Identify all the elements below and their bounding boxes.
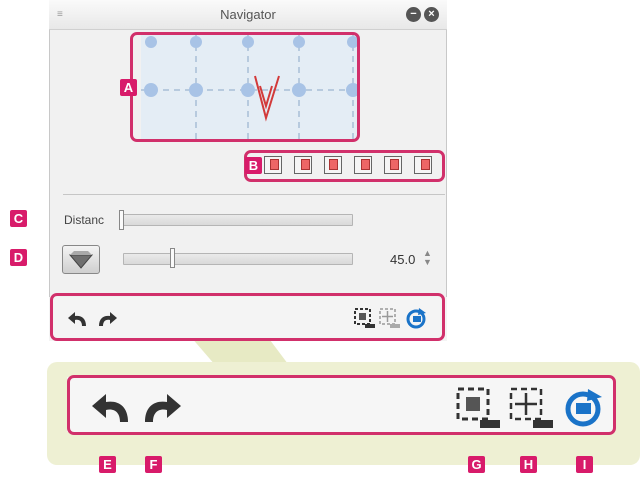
perspective-button[interactable] — [62, 245, 100, 274]
close-icon[interactable]: × — [424, 7, 439, 22]
callout-e: E — [99, 456, 116, 473]
distance-slider[interactable] — [121, 214, 353, 226]
frame-camera-presets — [244, 150, 445, 182]
perspective-slider-thumb[interactable] — [170, 248, 175, 268]
callout-b: B — [245, 157, 262, 174]
callout-h: H — [520, 456, 537, 473]
separator — [63, 194, 445, 195]
frame-preview — [130, 32, 360, 142]
titlebar: ≡ Navigator − × — [49, 0, 447, 30]
perspective-value: 45.0 — [390, 252, 416, 267]
callout-d: D — [10, 249, 27, 266]
perspective-shape-icon — [68, 251, 94, 269]
callout-a: A — [120, 79, 137, 96]
window-title: Navigator — [220, 7, 276, 22]
callout-g: G — [468, 456, 485, 473]
callout-i: I — [576, 456, 593, 473]
callout-c: C — [10, 210, 27, 227]
frame-zoomed-toolbar — [67, 375, 616, 435]
frame-toolbar — [50, 293, 445, 341]
distance-slider-thumb[interactable] — [119, 210, 124, 230]
spinner-icon[interactable]: ▲ ▼ — [423, 249, 432, 267]
callout-f: F — [145, 456, 162, 473]
perspective-slider[interactable] — [123, 253, 353, 265]
distance-label: Distanc — [64, 213, 105, 227]
minimize-icon[interactable]: − — [406, 7, 421, 22]
